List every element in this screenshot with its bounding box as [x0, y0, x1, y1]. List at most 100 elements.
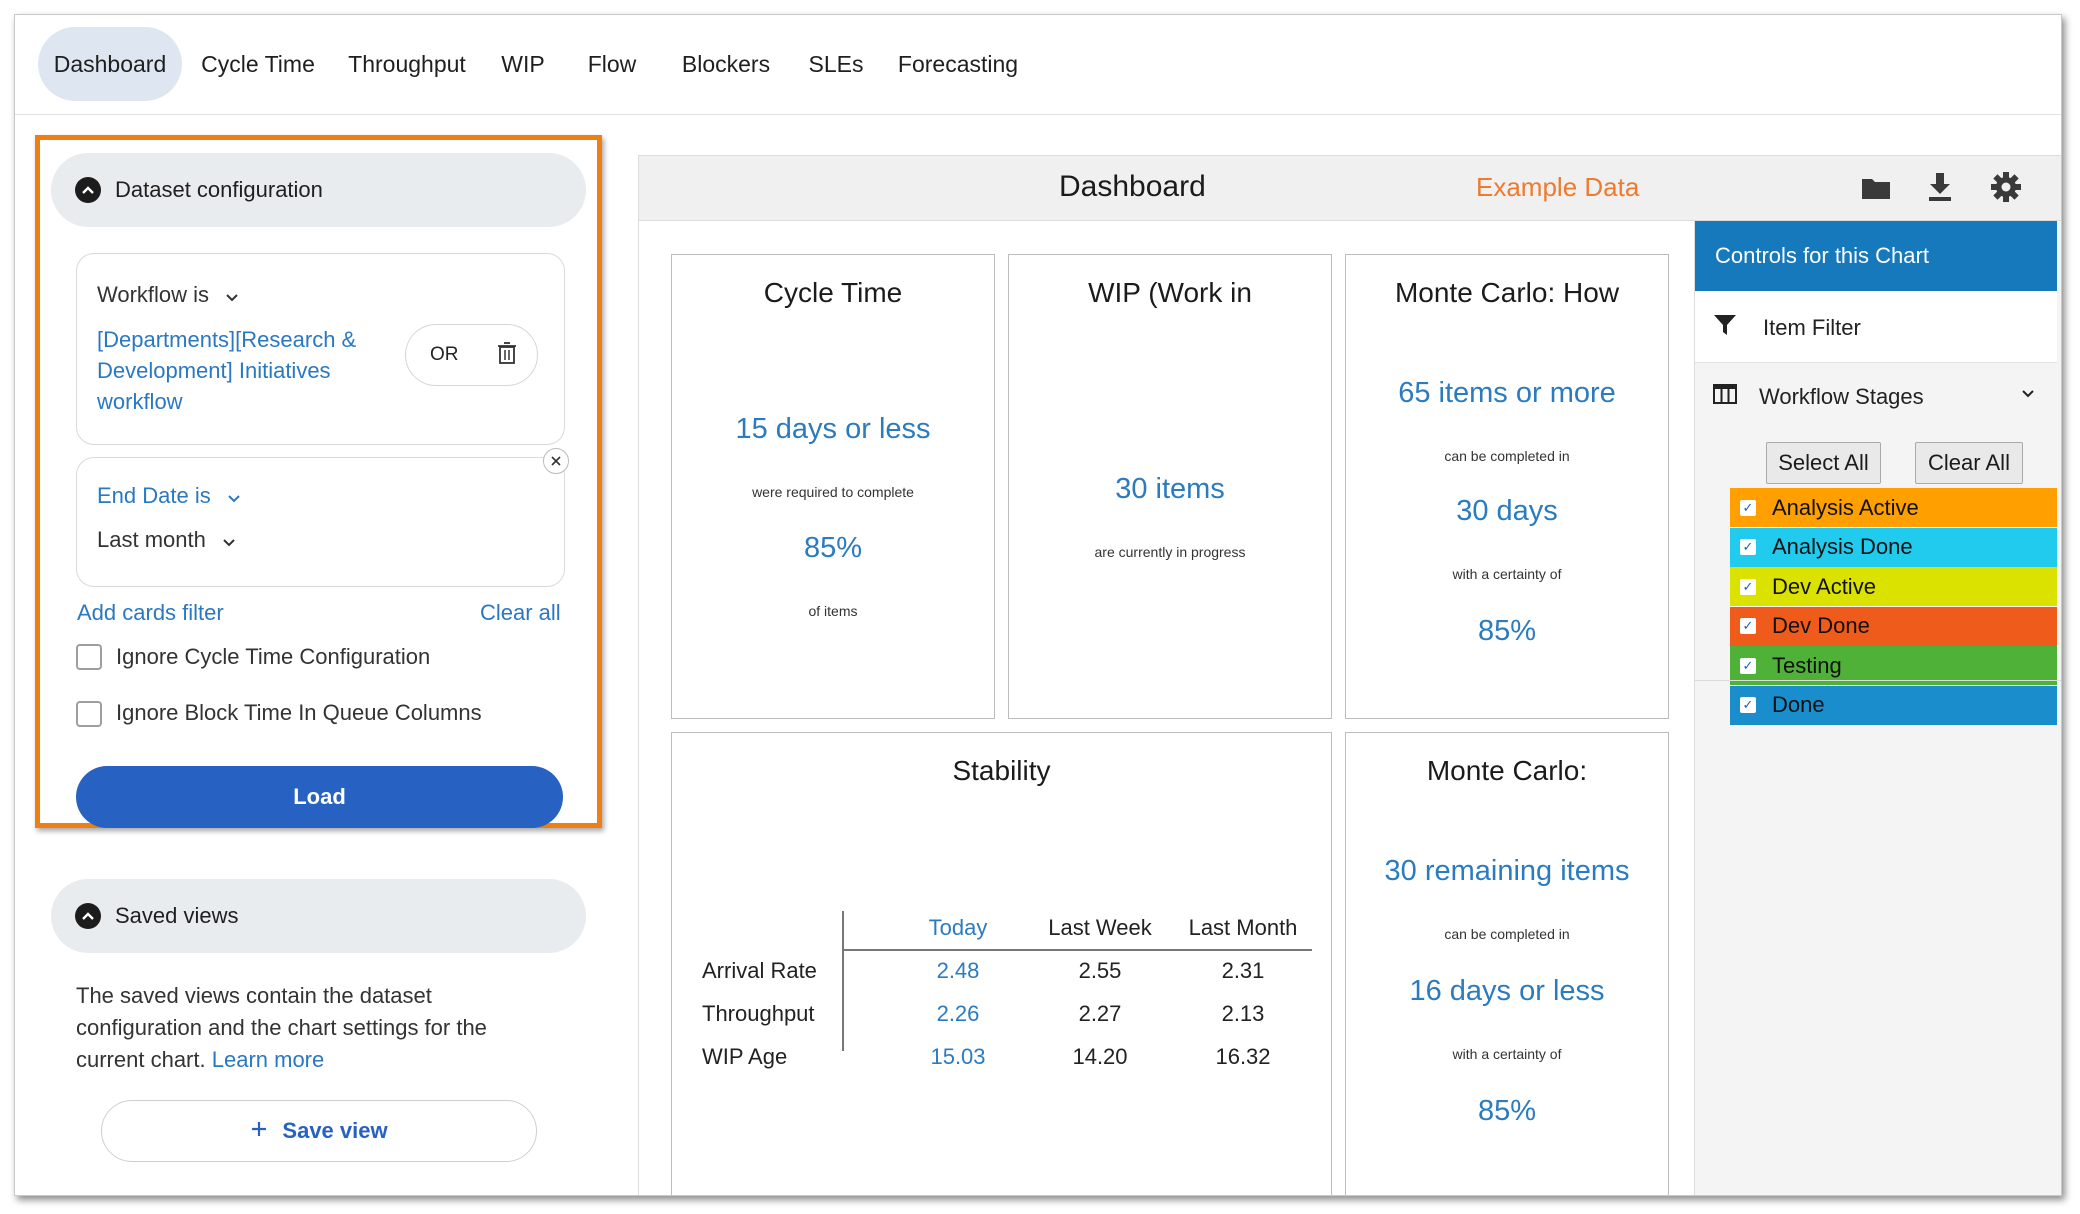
collapse-icon[interactable] [75, 177, 101, 203]
stage-checkbox[interactable]: ✓ [1740, 539, 1756, 555]
column-header-last-week: Last Week [1048, 915, 1152, 940]
workflow-value-line: [Departments][Research & [97, 327, 357, 352]
workflow-filter-label[interactable]: Workflow is [97, 282, 239, 309]
workflow-stage-item[interactable]: ✓ Analysis Active [1730, 488, 2057, 527]
tile-value: 30 items [1115, 473, 1225, 505]
tile-title: WIP (Work in [1088, 277, 1252, 308]
tab-cycle-time[interactable]: Cycle Time [185, 27, 331, 101]
stage-label: Analysis Active [1772, 494, 1919, 520]
tab-throughput[interactable]: Throughput [333, 27, 481, 101]
tab-wip[interactable]: WIP [485, 27, 561, 101]
stage-checkbox[interactable]: ✓ [1740, 618, 1756, 634]
workflow-stage-item[interactable]: ✓ Done [1730, 685, 2057, 725]
dataset-config-header[interactable]: Dataset configuration [51, 153, 586, 227]
tile-value: 65 items or more [1398, 377, 1616, 409]
workflow-stage-item[interactable]: ✓ Dev Active [1730, 567, 2057, 606]
gear-icon[interactable] [1991, 172, 2021, 207]
tab-blockers[interactable]: Blockers [663, 27, 789, 101]
stage-label: Testing [1772, 652, 1842, 678]
item-filter-row[interactable]: Item Filter [1695, 291, 2057, 363]
close-icon[interactable] [543, 448, 569, 474]
tile-title: Monte Carlo: How [1394, 277, 1620, 308]
end-date-value-select[interactable]: Last month [97, 527, 236, 554]
clear-all-button[interactable]: Clear All [1915, 442, 2023, 484]
plus-icon [250, 1118, 268, 1144]
page-title: Dashboard [1059, 170, 1206, 203]
tile-percent: 85% [1477, 1095, 1537, 1127]
save-view-button[interactable]: Save view [101, 1100, 537, 1162]
ignore-block-checkbox[interactable] [76, 701, 102, 727]
tile-caption: of items [808, 603, 858, 619]
stage-checkbox[interactable]: ✓ [1740, 499, 1756, 516]
or-button[interactable]: OR [430, 344, 459, 366]
learn-more-link[interactable]: Learn more [212, 1047, 325, 1072]
tile-caption: with a certainty of [1452, 566, 1562, 582]
ignore-cycle-checkbox[interactable] [76, 644, 102, 670]
filter-icon [1713, 313, 1737, 342]
table-cell: 2.26 [936, 1001, 980, 1026]
item-filter-label: Item Filter [1763, 315, 1861, 340]
workflow-value-link[interactable]: [Departments][Research & Development] In… [97, 324, 387, 417]
table-cell: 15.03 [930, 1044, 986, 1069]
dashboard-panel: Dashboard Example Data Cycle Time 15 day… [638, 155, 2061, 1195]
select-all-button[interactable]: Select All [1766, 442, 1881, 484]
saved-views-header[interactable]: Saved views [51, 879, 586, 953]
tab-sles[interactable]: SLEs [793, 27, 879, 101]
download-icon[interactable] [1927, 172, 1953, 207]
tab-forecasting[interactable]: Forecasting [883, 27, 1033, 101]
workflow-stages-row[interactable]: Workflow Stages [1695, 364, 2057, 424]
table-cell: 16.32 [1215, 1044, 1271, 1069]
collapse-icon[interactable] [75, 903, 101, 929]
row-label: WIP Age [702, 1044, 788, 1069]
columns-icon [1713, 384, 1737, 409]
add-cards-filter-link[interactable]: Add cards filter [77, 600, 224, 626]
stage-label: Analysis Done [1772, 534, 1913, 559]
chevron-down-icon [225, 283, 239, 309]
wip-tile[interactable]: WIP (Work in 30 items are currently in p… [1008, 254, 1332, 719]
controls-divider [1695, 680, 2061, 681]
table-cell: 2.55 [1078, 958, 1122, 983]
table-cell: 14.20 [1072, 1044, 1128, 1069]
folder-icon[interactable] [1861, 176, 1891, 205]
tile-caption: with a certainty of [1452, 1046, 1562, 1062]
workflow-stage-item[interactable]: ✓ Analysis Done [1730, 527, 2057, 567]
row-label: Throughput [702, 1001, 815, 1026]
ignore-block-label: Ignore Block Time In Queue Columns [116, 700, 482, 725]
stage-label: Dev Done [1772, 613, 1870, 638]
chevron-down-icon[interactable] [2021, 386, 2035, 404]
clear-all-link[interactable]: Clear all [480, 600, 561, 626]
dashboard-header: Dashboard Example Data [639, 156, 2061, 221]
saved-desc-line: The saved views contain the dataset [76, 983, 432, 1008]
ignore-cycle-label: Ignore Cycle Time Configuration [116, 644, 431, 669]
monte-carlo-when-tile[interactable]: Monte Carlo: 30 remaining items can be c… [1345, 732, 1669, 1195]
end-date-filter-card: End Date is Last month [76, 448, 569, 587]
saved-desc-line: configuration and the chart settings for… [76, 1015, 487, 1040]
workflow-value-line: workflow [97, 389, 183, 414]
tile-title: Cycle Time [763, 277, 903, 308]
workflow-stage-item[interactable]: ✓ Dev Done [1730, 606, 2057, 646]
saved-views-description: The saved views contain the dataset conf… [76, 980, 586, 1076]
workflow-value-line: Development] Initiatives [97, 358, 331, 383]
load-button[interactable]: Load [76, 766, 563, 828]
saved-desc-line: current chart. [76, 1047, 206, 1072]
chart-controls-panel: Controls for this Chart Item Filter Work… [1694, 221, 2061, 1195]
trash-icon[interactable] [497, 341, 517, 369]
tile-caption: were required to complete [752, 484, 914, 500]
stage-checkbox[interactable]: ✓ [1740, 697, 1756, 713]
monte-carlo-how-many-tile[interactable]: Monte Carlo: How 65 items or more can be… [1345, 254, 1669, 719]
end-date-filter-label[interactable]: End Date is [97, 483, 241, 510]
tile-caption: can be completed in [1444, 448, 1570, 464]
table-divider-horizontal [842, 949, 1312, 951]
table-cell: 2.48 [936, 958, 980, 983]
tab-dashboard[interactable]: Dashboard [38, 27, 182, 101]
chevron-down-icon [222, 528, 236, 554]
cycle-time-tile[interactable]: Cycle Time 15 days or less were required… [671, 254, 995, 719]
workflow-label-text: Workflow is [97, 282, 210, 307]
stability-tile[interactable]: Stability Today Last Week Last Month Arr… [671, 732, 1332, 1195]
stage-checkbox[interactable]: ✓ [1740, 657, 1756, 674]
tab-flow[interactable]: Flow [565, 27, 659, 101]
top-nav: Dashboard Cycle Time Throughput WIP Flow… [15, 15, 2061, 115]
save-view-label: Save view [282, 1118, 388, 1143]
or-delete-group: OR [405, 324, 538, 386]
stage-checkbox[interactable]: ✓ [1740, 578, 1756, 595]
